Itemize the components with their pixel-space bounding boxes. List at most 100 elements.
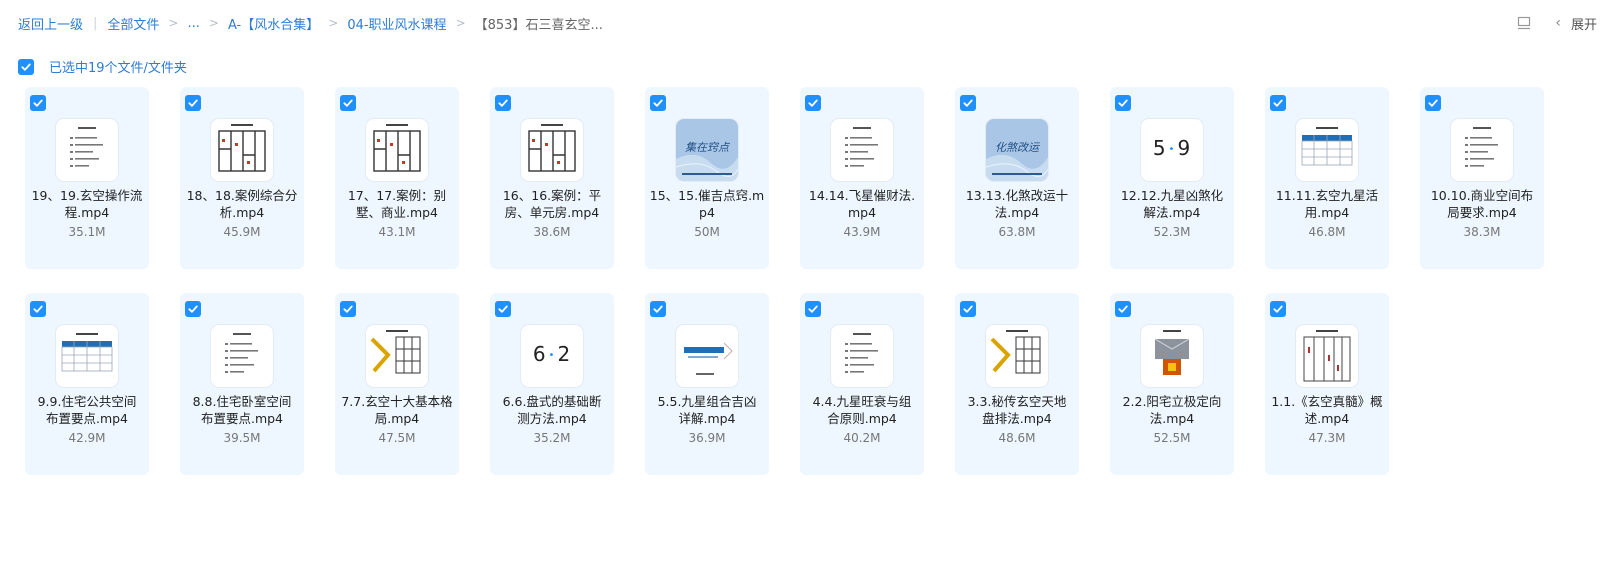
check-icon xyxy=(653,305,663,313)
check-icon xyxy=(1428,99,1438,107)
file-size: 47.5M xyxy=(378,431,416,445)
file-name[interactable]: 18、18.案例综合分 析.mp4 xyxy=(184,187,300,221)
file-checkbox[interactable] xyxy=(1270,301,1286,317)
file-name[interactable]: 8.8.住宅卧室空间 布置要点.mp4 xyxy=(184,393,300,427)
video-thumbnail[interactable] xyxy=(831,119,893,181)
video-thumbnail[interactable] xyxy=(1451,119,1513,181)
file-card[interactable]: 16、16.案例：平 房、单元房.mp4 38.6M xyxy=(490,87,614,269)
file-name-line-2: 述.mp4 xyxy=(1304,411,1350,426)
file-card[interactable]: 14.14.飞星催财法. mp4 43.9M xyxy=(800,87,924,269)
file-card[interactable]: 5.5.九星组合吉凶 详解.mp4 36.9M xyxy=(645,293,769,475)
check-icon xyxy=(1118,305,1128,313)
crumb-root[interactable]: 全部文件 xyxy=(107,14,159,33)
file-name[interactable]: 16、16.案例：平 房、单元房.mp4 xyxy=(494,187,610,221)
video-thumbnail[interactable] xyxy=(56,325,118,387)
video-thumbnail[interactable]: 5 • 9 xyxy=(1141,119,1203,181)
video-thumbnail[interactable] xyxy=(831,325,893,387)
file-checkbox[interactable] xyxy=(1425,95,1441,111)
file-checkbox[interactable] xyxy=(495,301,511,317)
file-checkbox[interactable] xyxy=(185,301,201,317)
cover-title: 化煞改运 xyxy=(995,141,1039,154)
file-card[interactable]: 7.7.玄空十大基本格 局.mp4 47.5M xyxy=(335,293,459,475)
video-thumbnail[interactable]: 化煞改运 xyxy=(986,119,1048,181)
file-name-line-1: 3.3.秘传玄空天地 xyxy=(967,394,1067,409)
file-checkbox[interactable] xyxy=(650,301,666,317)
file-checkbox[interactable] xyxy=(30,95,46,111)
file-card[interactable]: 9.9.住宅公共空间 布置要点.mp4 42.9M xyxy=(25,293,149,475)
file-name[interactable]: 11.11.玄空九星活 用.mp4 xyxy=(1269,187,1385,221)
file-card[interactable]: 2.2.阳宅立极定向 法.mp4 52.5M xyxy=(1110,293,1234,475)
expand-button[interactable]: 展开 xyxy=(1571,14,1597,33)
video-thumbnail[interactable]: 6 • 2 xyxy=(521,325,583,387)
file-name[interactable]: 7.7.玄空十大基本格 局.mp4 xyxy=(339,393,455,427)
crumb-folder-1[interactable]: A-【风水合集】 xyxy=(228,14,319,33)
crumb-current: 【853】石三喜玄空... xyxy=(474,17,603,33)
file-name[interactable]: 5.5.九星组合吉凶 详解.mp4 xyxy=(649,393,765,427)
file-card[interactable]: 8.8.住宅卧室空间 布置要点.mp4 39.5M xyxy=(180,293,304,475)
file-checkbox[interactable] xyxy=(960,95,976,111)
file-name[interactable]: 15、15.催吉点窍.m p4 xyxy=(649,187,765,221)
video-thumbnail[interactable] xyxy=(211,119,273,181)
back-link[interactable]: 返回上一级 xyxy=(18,14,83,33)
file-card[interactable]: 4.4.九星旺衰与组 合原则.mp4 40.2M xyxy=(800,293,924,475)
file-name[interactable]: 19、19.玄空操作流 程.mp4 xyxy=(29,187,145,221)
file-name[interactable]: 14.14.飞星催财法. mp4 xyxy=(804,187,920,221)
file-name[interactable]: 1.1.《玄空真髓》概 述.mp4 xyxy=(1269,393,1385,427)
file-checkbox[interactable] xyxy=(805,301,821,317)
file-checkbox[interactable] xyxy=(1115,301,1131,317)
file-checkbox[interactable] xyxy=(340,301,356,317)
file-name[interactable]: 10.10.商业空间布 局要求.mp4 xyxy=(1424,187,1540,221)
file-name[interactable]: 6.6.盘式的基础断 测方法.mp4 xyxy=(494,393,610,427)
file-name[interactable]: 17、17.案例：别 墅、商业.mp4 xyxy=(339,187,455,221)
video-thumbnail[interactable] xyxy=(366,325,428,387)
file-card[interactable]: 5 • 9 12.12.九星凶煞化 解法.mp4 52.3M xyxy=(1110,87,1234,269)
file-checkbox[interactable] xyxy=(960,301,976,317)
breadcrumb: 返回上一级 | 全部文件 > ... > A-【风水合集】 > 04-职业风水课… xyxy=(18,13,603,33)
crumb-ellipsis[interactable]: ... xyxy=(187,16,199,31)
video-thumbnail[interactable] xyxy=(521,119,583,181)
video-thumbnail[interactable] xyxy=(1296,119,1358,181)
file-name[interactable]: 4.4.九星旺衰与组 合原则.mp4 xyxy=(804,393,920,427)
file-card[interactable]: 3.3.秘传玄空天地 盘排法.mp4 48.6M xyxy=(955,293,1079,475)
video-thumbnail[interactable] xyxy=(986,325,1048,387)
file-card[interactable]: 集在窍点 15、15.催吉点窍.m p4 50M xyxy=(645,87,769,269)
file-name[interactable]: 9.9.住宅公共空间 布置要点.mp4 xyxy=(29,393,145,427)
file-card[interactable]: 17、17.案例：别 墅、商业.mp4 43.1M xyxy=(335,87,459,269)
file-card[interactable]: 11.11.玄空九星活 用.mp4 46.8M xyxy=(1265,87,1389,269)
file-checkbox[interactable] xyxy=(30,301,46,317)
file-checkbox[interactable] xyxy=(185,95,201,111)
file-name-line-1: 11.11.玄空九星活 xyxy=(1275,188,1379,203)
video-thumbnail[interactable] xyxy=(56,119,118,181)
video-thumbnail[interactable] xyxy=(211,325,273,387)
layout-icon[interactable] xyxy=(1517,16,1531,30)
file-name[interactable]: 3.3.秘传玄空天地 盘排法.mp4 xyxy=(959,393,1075,427)
file-name-line-2: 盘排法.mp4 xyxy=(982,411,1052,426)
video-thumbnail[interactable] xyxy=(366,119,428,181)
video-thumbnail[interactable] xyxy=(676,325,738,387)
file-checkbox[interactable] xyxy=(340,95,356,111)
file-name[interactable]: 12.12.九星凶煞化 解法.mp4 xyxy=(1114,187,1230,221)
file-checkbox[interactable] xyxy=(650,95,666,111)
file-size: 48.6M xyxy=(998,431,1036,445)
file-checkbox[interactable] xyxy=(1115,95,1131,111)
select-all-checkbox[interactable] xyxy=(18,58,34,75)
crumb-folder-2[interactable]: 04-职业风水课程 xyxy=(347,14,446,33)
file-name[interactable]: 2.2.阳宅立极定向 法.mp4 xyxy=(1114,393,1230,427)
video-thumbnail[interactable] xyxy=(1296,325,1358,387)
chevron-left-icon[interactable]: ‹ xyxy=(1555,15,1561,31)
file-name[interactable]: 13.13.化煞改运十 法.mp4 xyxy=(959,187,1075,221)
file-card[interactable]: 19、19.玄空操作流 程.mp4 35.1M xyxy=(25,87,149,269)
video-thumbnail[interactable]: 集在窍点 xyxy=(676,119,738,181)
file-checkbox[interactable] xyxy=(805,95,821,111)
file-name-line-1: 17、17.案例：别 xyxy=(347,188,447,203)
file-card[interactable]: 1.1.《玄空真髓》概 述.mp4 47.3M xyxy=(1265,293,1389,475)
file-checkbox[interactable] xyxy=(1270,95,1286,111)
file-card[interactable]: 18、18.案例综合分 析.mp4 45.9M xyxy=(180,87,304,269)
file-grid: 19、19.玄空操作流 程.mp4 35.1M 18、18.案例综合分 析.mp… xyxy=(25,87,1544,475)
file-card[interactable]: 10.10.商业空间布 局要求.mp4 38.3M xyxy=(1420,87,1544,269)
video-thumbnail[interactable] xyxy=(1141,325,1203,387)
file-checkbox[interactable] xyxy=(495,95,511,111)
file-card[interactable]: 6 • 2 6.6.盘式的基础断 测方法.mp4 35.2M xyxy=(490,293,614,475)
check-icon xyxy=(33,305,43,313)
file-card[interactable]: 化煞改运 13.13.化煞改运十 法.mp4 63.8M xyxy=(955,87,1079,269)
